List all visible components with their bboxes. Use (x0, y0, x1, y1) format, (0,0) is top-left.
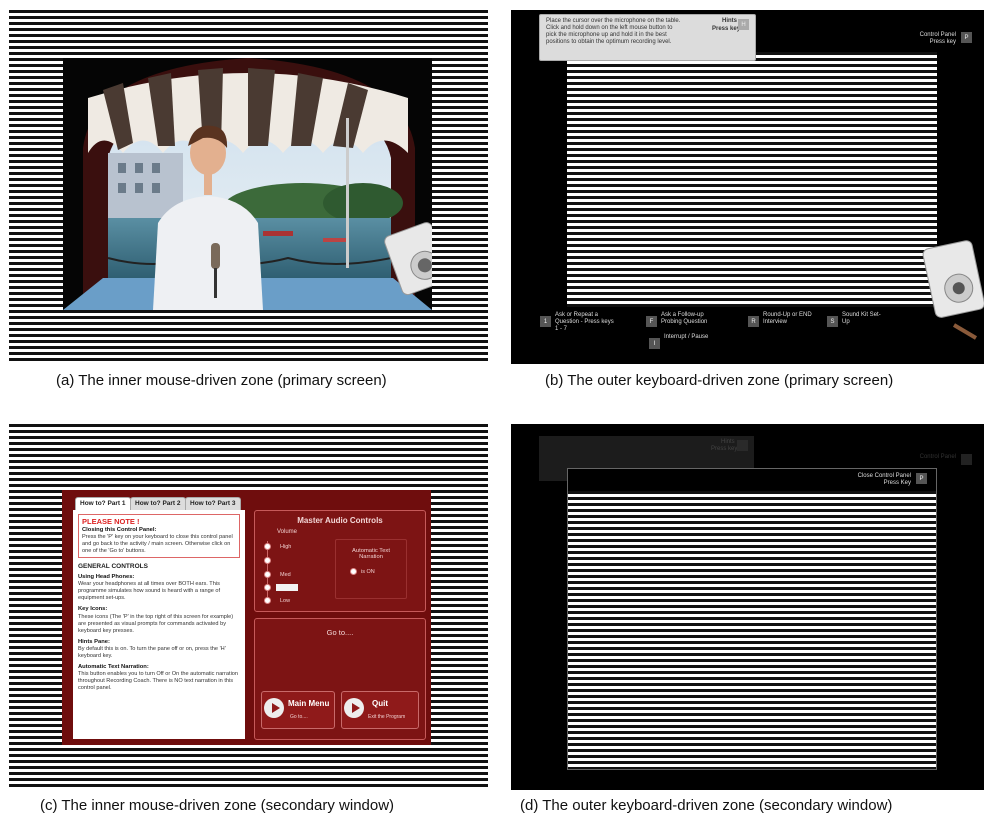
section-title: Using Head Phones: (78, 574, 135, 581)
ask-question-label: Ask or Repeat a Question - Press keys 1 … (555, 312, 614, 332)
volume-selected-bar (276, 584, 298, 591)
hints-key-icon[interactable]: H (738, 19, 749, 30)
section-title: Key Icons: (78, 606, 108, 613)
main-menu-sub: Go to.... (290, 714, 308, 720)
control-panel-press-key: Press key (929, 39, 956, 45)
faded-hints-press-key: Press key (711, 446, 738, 452)
scene-frame (63, 58, 432, 310)
control-panel-title: Control Panel (919, 32, 956, 38)
volume-low-dot[interactable] (264, 597, 271, 604)
inner-zone-stripes (568, 491, 936, 769)
master-audio-panel: Master Audio Controls Volume High Med Lo… (254, 510, 426, 612)
caption-b: (b) The outer keyboard-driven zone (prim… (545, 372, 894, 389)
section-text: By default this is on. To turn the pane … (78, 645, 226, 659)
section-text: These icons (The 'P' in the top right of… (78, 613, 234, 634)
follow-up-label: Ask a Follow-up Probing Question (661, 312, 708, 325)
narration-state: is ON (361, 569, 375, 575)
secondary-window: Close Control Panel Press Key P (567, 468, 937, 770)
volume-high-dot[interactable] (264, 543, 271, 550)
tab-part-3[interactable]: How to? Part 3 (185, 497, 241, 510)
caption-c: (c) The inner mouse-driven zone (seconda… (40, 797, 395, 814)
close-control-panel-title: Close Control Panel (857, 473, 911, 479)
goto-panel: Go to.... Main Menu Go to.... Quit Exit … (254, 618, 426, 740)
faded-control-panel-key (961, 454, 972, 465)
interview-scene (63, 58, 432, 310)
faded-control-panel-title: Control Panel (919, 454, 956, 460)
volume-high-label: High (280, 544, 292, 550)
volume-med-label: Med (280, 572, 291, 578)
help-sections: Using Head Phones: Wear your headphones a… (78, 574, 240, 692)
tab-part-2[interactable]: How to? Part 2 (130, 497, 186, 510)
quit-sub: Exit the Program (368, 714, 406, 720)
hints-text: Place the cursor over the microphone on … (546, 18, 681, 45)
caption-a: (a) The inner mouse-driven zone (primary… (56, 372, 387, 389)
volume-med-dot[interactable] (264, 571, 271, 578)
control-panel-window: How to? Part 1 How to? Part 2 How to? Pa… (62, 490, 431, 745)
panel-c-screenshot: How to? Part 1 How to? Part 2 How to? Pa… (9, 424, 488, 790)
key-icon-r[interactable]: R (748, 316, 759, 327)
narration-toggle[interactable] (350, 568, 357, 575)
interrupt-label: Interrupt / Pause (664, 334, 709, 340)
panel-a-screenshot (9, 10, 488, 364)
hints-pane: Place the cursor over the microphone on … (539, 14, 756, 61)
hints-title: Hints (722, 18, 737, 24)
quit-button[interactable]: Quit Exit the Program (341, 691, 419, 729)
round-up-label: Round-Up or END Interview (763, 312, 812, 325)
note-title: PLEASE NOTE ! (82, 517, 140, 526)
note-box: PLEASE NOTE ! Closing this Control Panel… (78, 514, 240, 559)
panel-b-screenshot: Place the cursor over the microphone on … (511, 10, 984, 364)
main-menu-button[interactable]: Main Menu Go to.... (261, 691, 335, 729)
volume-label: Volume (277, 529, 298, 535)
camera-image (922, 240, 984, 340)
faded-hints-title: Hints (721, 439, 735, 445)
panel-d-screenshot: Hints Press key Control Panel Close Cont… (511, 424, 984, 790)
play-icon (264, 698, 284, 718)
quit-label: Quit (372, 699, 388, 708)
close-control-panel-key-icon[interactable]: P (916, 473, 927, 484)
caption-d: (d) The outer keyboard-driven zone (seco… (520, 797, 893, 814)
main-menu-label: Main Menu (288, 699, 330, 708)
section-title: Hints Pane: (78, 638, 110, 645)
volume-control[interactable]: High Med Low (264, 541, 313, 604)
narration-box: Automatic Text Narration is ON (335, 539, 407, 599)
key-icon-i[interactable]: I (649, 338, 660, 349)
note-subtitle: Closing this Control Panel: (82, 527, 157, 533)
section-title: Automatic Text Narration: (78, 663, 149, 670)
control-panel-key-icon[interactable]: P (961, 32, 972, 43)
hints-press-key: Press key (712, 26, 741, 32)
section-text: This button enables you to turn Off or O… (78, 671, 239, 691)
close-control-panel-press-key: Press Key (883, 480, 911, 486)
tab-part-1[interactable]: How to? Part 1 (75, 497, 131, 510)
volume-dot[interactable] (264, 557, 271, 564)
volume-low-label: Low (280, 598, 291, 604)
section-text: Wear your headphones at all times over B… (78, 581, 221, 602)
inner-zone-stripes (567, 52, 937, 307)
goto-title: Go to.... (326, 628, 354, 637)
help-panel: PLEASE NOTE ! Closing this Control Panel… (73, 510, 245, 739)
key-icon-s[interactable]: S (827, 316, 838, 327)
general-controls-title: GENERAL CONTROLS (78, 563, 148, 571)
sound-kit-label: Sound Kit Set-Up (842, 312, 881, 325)
narration-title: Automatic Text Narration (352, 548, 390, 560)
note-text: Press the 'P' key on your keyboard to cl… (82, 534, 233, 555)
key-icon-1[interactable]: 1 (540, 316, 551, 327)
volume-selected-dot[interactable] (264, 584, 271, 591)
faded-hints-key (737, 440, 748, 451)
key-icon-f[interactable]: F (646, 316, 657, 327)
play-icon (344, 698, 364, 718)
master-audio-title: Master Audio Controls (297, 516, 383, 525)
